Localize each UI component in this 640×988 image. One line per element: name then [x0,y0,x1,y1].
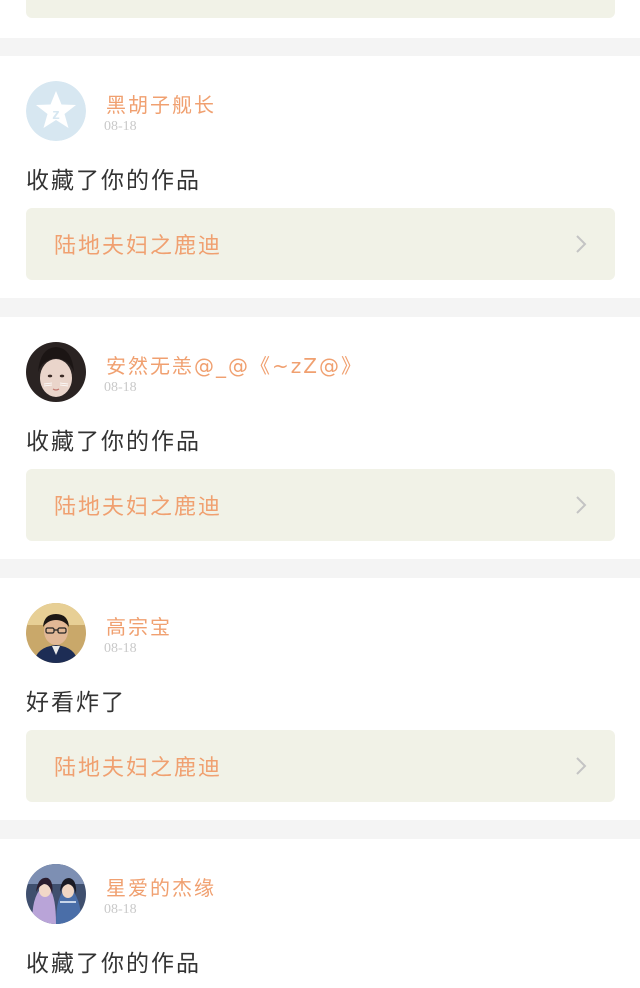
qzone-logo-icon: z [26,81,86,141]
timestamp: 08-18 [104,902,137,917]
timestamp: 08-18 [104,380,137,395]
anime-couple-avatar [26,864,86,924]
feed-card: z 黑胡子舰长 08-18 收藏了你的作品 陆地夫妇之鹿迪 [0,56,640,298]
timestamp: 08-18 [104,119,137,134]
timestamp: 08-18 [104,641,137,656]
feed-card: 星爱的杰缘 08-18 收藏了你的作品 [0,839,640,988]
feed-card: 高宗宝 08-18 好看炸了 陆地夫妇之鹿迪 [0,578,640,820]
username[interactable]: 黑胡子舰长 [106,89,216,118]
activity-message: 收藏了你的作品 [26,429,201,455]
avatar[interactable] [26,864,86,924]
work-title: 陆地夫妇之鹿迪 [54,234,223,259]
feed-card-partial [0,0,640,38]
work-title: 陆地夫妇之鹿迪 [54,495,223,520]
work-link-box[interactable]: 陆地夫妇之鹿迪 [26,208,615,280]
svg-text:z: z [52,106,60,123]
avatar[interactable] [26,342,86,402]
chevron-right-icon [576,496,587,514]
work-title: 陆地夫妇之鹿迪 [54,756,223,781]
chevron-right-icon [576,757,587,775]
chevron-right-icon [576,235,587,253]
work-link-box[interactable]: 陆地夫妇之鹿迪 [26,730,615,802]
avatar[interactable]: z [26,81,86,141]
feed-card: 安然无恙@_@《~zZ@》 08-18 收藏了你的作品 陆地夫妇之鹿迪 [0,317,640,559]
activity-message: 收藏了你的作品 [26,951,201,977]
avatar[interactable] [26,603,86,663]
username[interactable]: 安然无恙@_@《~zZ@》 [106,350,363,379]
username[interactable]: 高宗宝 [106,611,172,640]
activity-message: 收藏了你的作品 [26,168,201,194]
boy-glasses-photo-avatar [26,603,86,663]
girl-photo-avatar [26,342,86,402]
username[interactable]: 星爱的杰缘 [106,872,216,901]
work-link-box[interactable] [26,0,615,18]
activity-message: 好看炸了 [26,690,126,716]
work-link-box[interactable]: 陆地夫妇之鹿迪 [26,469,615,541]
